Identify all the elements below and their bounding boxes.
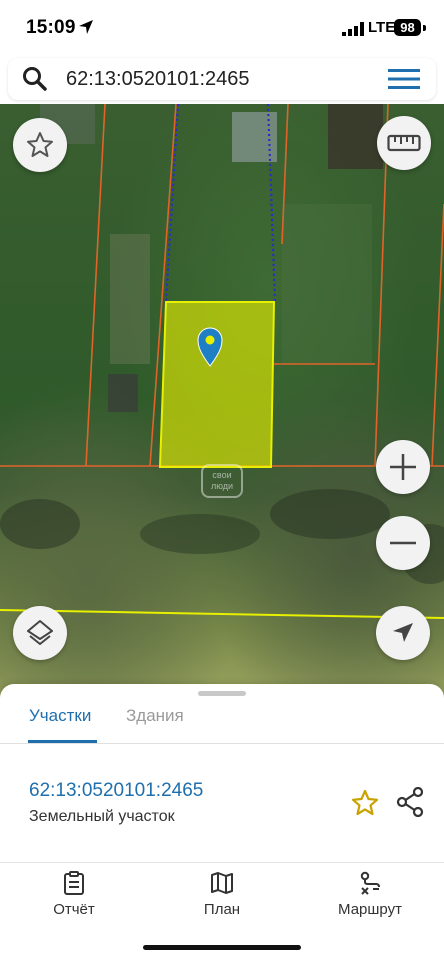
bottom-sheet[interactable]: Участки Здания 62:13:0520101:2465 Земель… [0, 684, 444, 864]
clipboard-icon [64, 871, 84, 895]
zoom-out-button[interactable] [376, 516, 430, 570]
navigation-arrow-icon [393, 623, 413, 642]
nav-plan[interactable]: План [196, 871, 248, 918]
tabs-divider [0, 743, 444, 744]
zoom-in-icon [390, 454, 416, 480]
map-icon [211, 872, 233, 894]
zoom-in-button[interactable] [376, 440, 430, 494]
menu-icon[interactable] [388, 67, 420, 91]
signal-icon [342, 22, 364, 36]
favorite-button[interactable] [13, 118, 67, 172]
sheet-grabber[interactable] [198, 691, 246, 696]
nav-route[interactable]: Маршрут [330, 871, 410, 918]
watermark: свои люди [201, 464, 243, 498]
result-type: Земельный участок [29, 808, 175, 825]
map-overlay [0, 104, 444, 619]
nav-route-label: Маршрут [338, 901, 402, 918]
search-query[interactable]: 62:13:0520101:2465 [66, 68, 250, 91]
zoom-out-icon [390, 541, 416, 545]
battery-tip [423, 25, 426, 31]
status-time: 15:09 [26, 17, 76, 38]
star-icon[interactable] [350, 788, 380, 818]
search-bar: 62:13:0520101:2465 [0, 56, 444, 104]
nav-report[interactable]: Отчёт [48, 871, 100, 918]
ruler-button[interactable] [377, 116, 431, 170]
layers-icon [27, 620, 53, 645]
tab-plots[interactable]: Участки [29, 706, 91, 726]
layers-button[interactable] [13, 606, 67, 660]
network-type: LTE [368, 19, 396, 36]
nav-plan-label: План [203, 901, 241, 918]
home-indicator[interactable] [143, 945, 301, 950]
location-arrow-icon [79, 20, 93, 34]
share-icon[interactable] [396, 787, 424, 817]
search-input[interactable]: 62:13:0520101:2465 [8, 58, 436, 100]
battery-icon: 98 [394, 19, 421, 36]
status-bar: 15:09 LTE 98 [0, 0, 444, 56]
ruler-icon [387, 134, 421, 152]
highlighted-plot[interactable] [158, 301, 276, 468]
search-icon[interactable] [22, 66, 48, 92]
navigation-button[interactable] [376, 606, 430, 660]
result-cadastral-number[interactable]: 62:13:0520101:2465 [29, 780, 203, 802]
map-view[interactable]: свои люди [0, 104, 444, 700]
tab-buildings[interactable]: Здания [126, 706, 184, 726]
favorite-star-icon [27, 132, 53, 157]
route-icon [360, 871, 380, 895]
nav-report-label: Отчёт [53, 901, 95, 918]
